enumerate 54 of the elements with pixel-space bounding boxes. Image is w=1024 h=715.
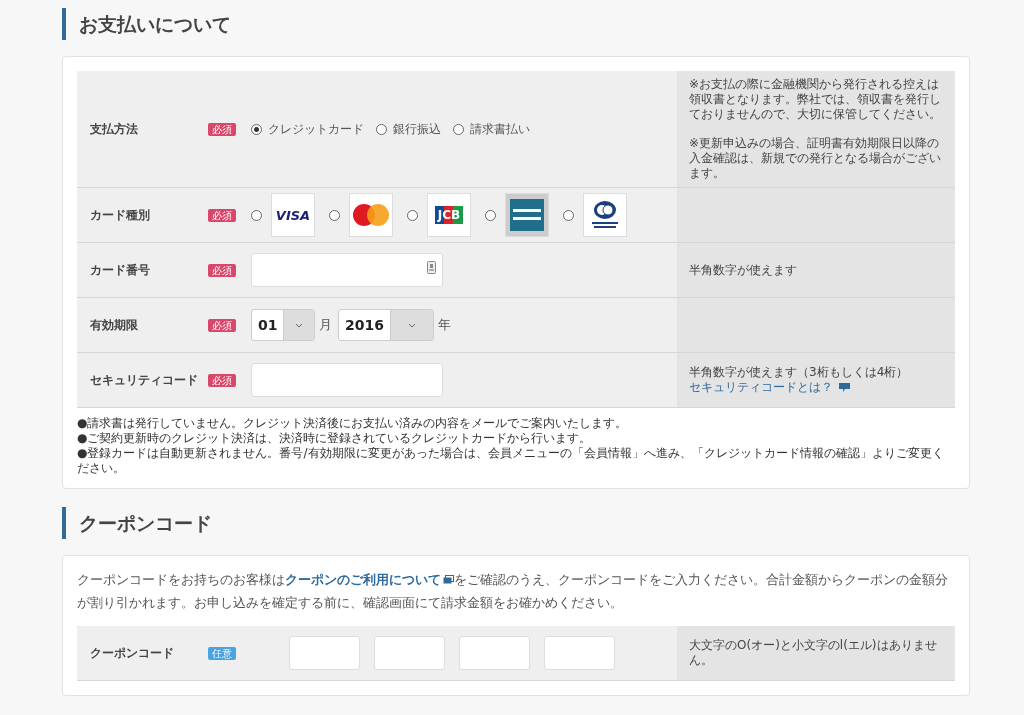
section-title: お支払いについて xyxy=(62,8,970,40)
radio-button[interactable] xyxy=(453,123,464,135)
note-text: 半角数字が使えます xyxy=(689,262,798,278)
radio-label[interactable]: 請求書払い xyxy=(470,120,530,138)
speech-bubble-icon xyxy=(839,383,850,392)
visa-logo: VISA xyxy=(275,211,311,219)
required-badge: 必須 xyxy=(208,318,236,332)
radio-button[interactable] xyxy=(376,123,387,135)
keypad-icon xyxy=(427,261,436,274)
field-label: セキュリティコード xyxy=(90,371,199,389)
help-link[interactable]: セキュリティコードとは？ xyxy=(689,380,850,395)
radio-button[interactable] xyxy=(251,123,262,135)
required-badge: 必須 xyxy=(208,373,236,387)
field-label: カード種別 xyxy=(90,206,151,224)
note-text: ※お支払の際に金融機関から発行される控えは領収書となります。弊社では、領収書を発行しておりませんので、大切に保管してください。 xyxy=(689,77,942,122)
dropdown[interactable]: 01 xyxy=(251,309,315,341)
note-text: 半角数字が使えます（3桁もしくは4桁） xyxy=(689,365,910,380)
optional-badge: 任意 xyxy=(208,646,236,660)
coupon-code-field[interactable] xyxy=(374,636,445,670)
coupon-code-field[interactable] xyxy=(544,636,615,670)
required-badge: 必須 xyxy=(208,263,236,277)
note-text: 大文字のO(オー)と小文字のl(エル)はありません。 xyxy=(689,638,938,668)
external-window-icon xyxy=(443,575,454,584)
text-field[interactable] xyxy=(251,363,443,397)
required-badge: 必須 xyxy=(208,122,236,136)
required-badge: 必須 xyxy=(208,208,236,222)
radio-label[interactable]: 銀行振込 xyxy=(393,120,441,138)
chevron-down-icon xyxy=(295,322,304,328)
radio-button[interactable] xyxy=(407,209,418,221)
chevron-down-icon xyxy=(408,322,416,328)
coupon-code-field[interactable] xyxy=(459,636,530,670)
note-text: ●ご契約更新時のクレジット決済は、決済時に登録されているクレジットカードから行います。 xyxy=(77,431,593,446)
radio-button[interactable] xyxy=(251,209,262,221)
radio-button[interactable] xyxy=(563,209,574,221)
field-label: カード番号 xyxy=(90,261,151,279)
dropdown[interactable]: 2016 xyxy=(338,309,434,341)
overlapping-circles-logo xyxy=(353,204,389,226)
note-text: ●請求書は発行していません。クレジット決済後にお支払い済みの内容をメールでご案内いたします。 xyxy=(77,416,629,431)
striped-square-logo xyxy=(510,199,544,231)
note-text: ※更新申込みの場合、証明書有効期限日以降の入金確認は、新規での発行となる場合がございます。 xyxy=(689,136,942,181)
field-label: 有効期限 xyxy=(90,316,139,334)
coupon-intro-text: クーポンコードをお持ちのお客様はクーポンのご利用について をご確認のうえ、クーポンコードをご入力ください。合計金額からクーポンの金額分が割り引かれます。お申し込みを確定する前に、確認画面にて請求金額をお確かめください。 xyxy=(77,571,949,612)
month-unit: 月 xyxy=(319,316,332,334)
radio-button[interactable] xyxy=(485,209,496,221)
text-field[interactable] xyxy=(251,253,443,287)
coupon-code-field[interactable] xyxy=(289,636,360,670)
year-unit: 年 xyxy=(438,316,451,334)
field-label: クーポンコード xyxy=(90,644,175,662)
note-text: ●登録カードは自動更新されません。番号/有効期限に変更があった場合は、会員メニューの「会員情報」へ進み、「クレジットカード情報の確認」よりご変更ください。 xyxy=(77,446,945,476)
section-title: クーポンコード xyxy=(62,507,970,539)
field-label: 支払方法 xyxy=(90,120,139,138)
radio-label[interactable]: クレジットカード xyxy=(268,120,364,138)
coupon-usage-link[interactable]: クーポンのご利用について xyxy=(285,572,454,587)
radio-button[interactable] xyxy=(329,209,340,221)
